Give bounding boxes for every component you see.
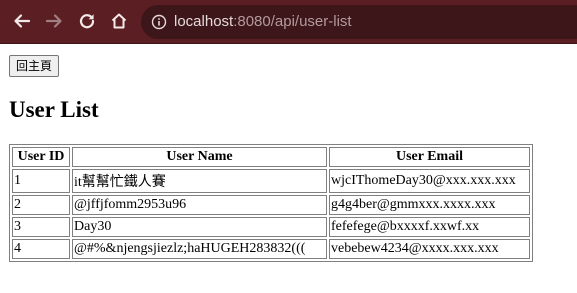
header-user-id: User ID xyxy=(12,147,70,167)
user-email-text: g4g4ber@gmmxxx.xxxx.xxx xyxy=(331,197,496,212)
cell-user-id: 2 xyxy=(12,195,70,215)
reload-icon[interactable] xyxy=(76,10,98,32)
cell-user-id: 3 xyxy=(12,217,70,237)
table-row: 2 @jffjfomm2953u96 g4g4ber@gmmxxx.xxxx.x… xyxy=(12,195,530,215)
user-name-text: @#%&njengsjiezlz;haHUGEH283832((( xyxy=(74,241,306,256)
cell-user-name: Day30 xyxy=(72,217,327,237)
user-email-text: vebebew4234@xxxx.xxx.xxx xyxy=(331,241,499,256)
cell-user-email: vebebew4234@xxxx.xxx.xxx xyxy=(329,239,530,259)
table-row: 4 @#%&njengsjiezlz;haHUGEH283832((( vebe… xyxy=(12,239,530,259)
user-email-text: fefefege@bxxxxf.xxwf.xx xyxy=(331,219,480,234)
cell-user-email: wjcIThomeDay30@xxx.xxx.xxx xyxy=(329,169,530,193)
info-icon[interactable] xyxy=(151,14,167,30)
forward-arrow-icon[interactable] xyxy=(43,10,65,32)
user-email-text: wjcIThomeDay30@xxx.xxx.xxx xyxy=(331,173,516,188)
cell-user-name: it幫幫忙鐵人賽 xyxy=(72,169,327,193)
page-content: 回主頁 User List User ID User Name User Ema… xyxy=(0,44,577,293)
table-row: 3 Day30 fefefege@bxxxxf.xxwf.xx xyxy=(12,217,530,237)
table-header-row: User ID User Name User Email xyxy=(12,147,530,167)
cell-user-email: fefefege@bxxxxf.xxwf.xx xyxy=(329,217,530,237)
user-name-text: it幫幫忙鐵人賽 xyxy=(74,175,166,190)
cell-user-id: 4 xyxy=(12,239,70,259)
user-name-text: Day30 xyxy=(74,219,112,234)
cell-user-name: @#%&njengsjiezlz;haHUGEH283832((( xyxy=(72,239,327,259)
address-bar[interactable]: localhost:8080/api/user-list xyxy=(141,5,577,39)
cell-user-email: g4g4ber@gmmxxx.xxxx.xxx xyxy=(329,195,530,215)
home-page-button[interactable]: 回主頁 xyxy=(9,55,60,77)
url-host: localhost xyxy=(174,13,234,30)
user-table: User ID User Name User Email 1 it幫幫忙鐵人賽 … xyxy=(9,144,533,262)
cell-user-id: 1 xyxy=(12,169,70,193)
header-user-email: User Email xyxy=(329,147,530,167)
cell-user-name: @jffjfomm2953u96 xyxy=(72,195,327,215)
address-url[interactable]: localhost:8080/api/user-list xyxy=(174,13,352,31)
table-row: 1 it幫幫忙鐵人賽 wjcIThomeDay30@xxx.xxx.xxx xyxy=(12,169,530,193)
url-path: :8080/api/user-list xyxy=(233,13,352,30)
page-title: User List xyxy=(9,97,99,122)
header-user-name: User Name xyxy=(72,147,327,167)
home-icon[interactable] xyxy=(108,10,130,32)
back-arrow-icon[interactable] xyxy=(11,10,33,32)
browser-toolbar: localhost:8080/api/user-list xyxy=(0,0,577,44)
user-name-text: @jffjfomm2953u96 xyxy=(74,197,187,212)
